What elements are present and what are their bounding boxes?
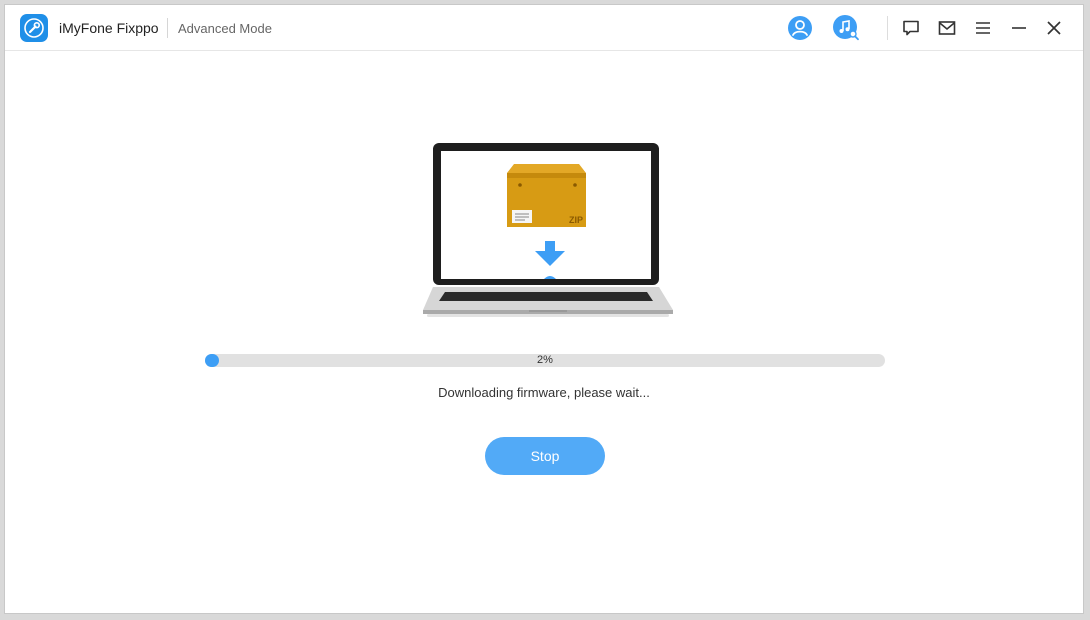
download-progress-bar: 2%	[205, 354, 885, 367]
stop-button[interactable]: Stop	[485, 437, 605, 475]
feedback-button[interactable]	[896, 13, 926, 43]
title-bar: iMyFone Fixppo Advanced Mode	[5, 5, 1083, 51]
mail-icon	[938, 21, 956, 35]
minimize-button[interactable]	[1004, 13, 1034, 43]
minimize-icon	[1012, 27, 1026, 29]
progress-percent: 2%	[537, 354, 553, 366]
music-search-icon	[833, 15, 859, 41]
account-button[interactable]	[785, 13, 815, 43]
toolbar-separator	[887, 16, 888, 40]
mail-button[interactable]	[932, 13, 962, 43]
wrench-icon	[20, 14, 48, 42]
account-icon	[788, 16, 812, 40]
zip-label: ZIP	[569, 215, 583, 225]
mode-title: Advanced Mode	[178, 21, 272, 36]
menu-icon	[976, 22, 990, 34]
app-title: iMyFone Fixppo	[59, 20, 159, 36]
menu-button[interactable]	[968, 13, 998, 43]
app-window: iMyFone Fixppo Advanced Mode ZIP 2% Down…	[4, 4, 1084, 614]
feedback-icon	[903, 20, 919, 36]
laptop-base	[423, 287, 673, 317]
music-search-button[interactable]	[831, 13, 861, 43]
close-icon	[1047, 21, 1061, 35]
close-button[interactable]	[1039, 13, 1069, 43]
zip-package-icon: ZIP	[507, 164, 586, 227]
firmware-download-illustration: ZIP	[417, 137, 677, 322]
status-message: Downloading firmware, please wait...	[438, 385, 650, 400]
title-divider	[167, 18, 168, 38]
